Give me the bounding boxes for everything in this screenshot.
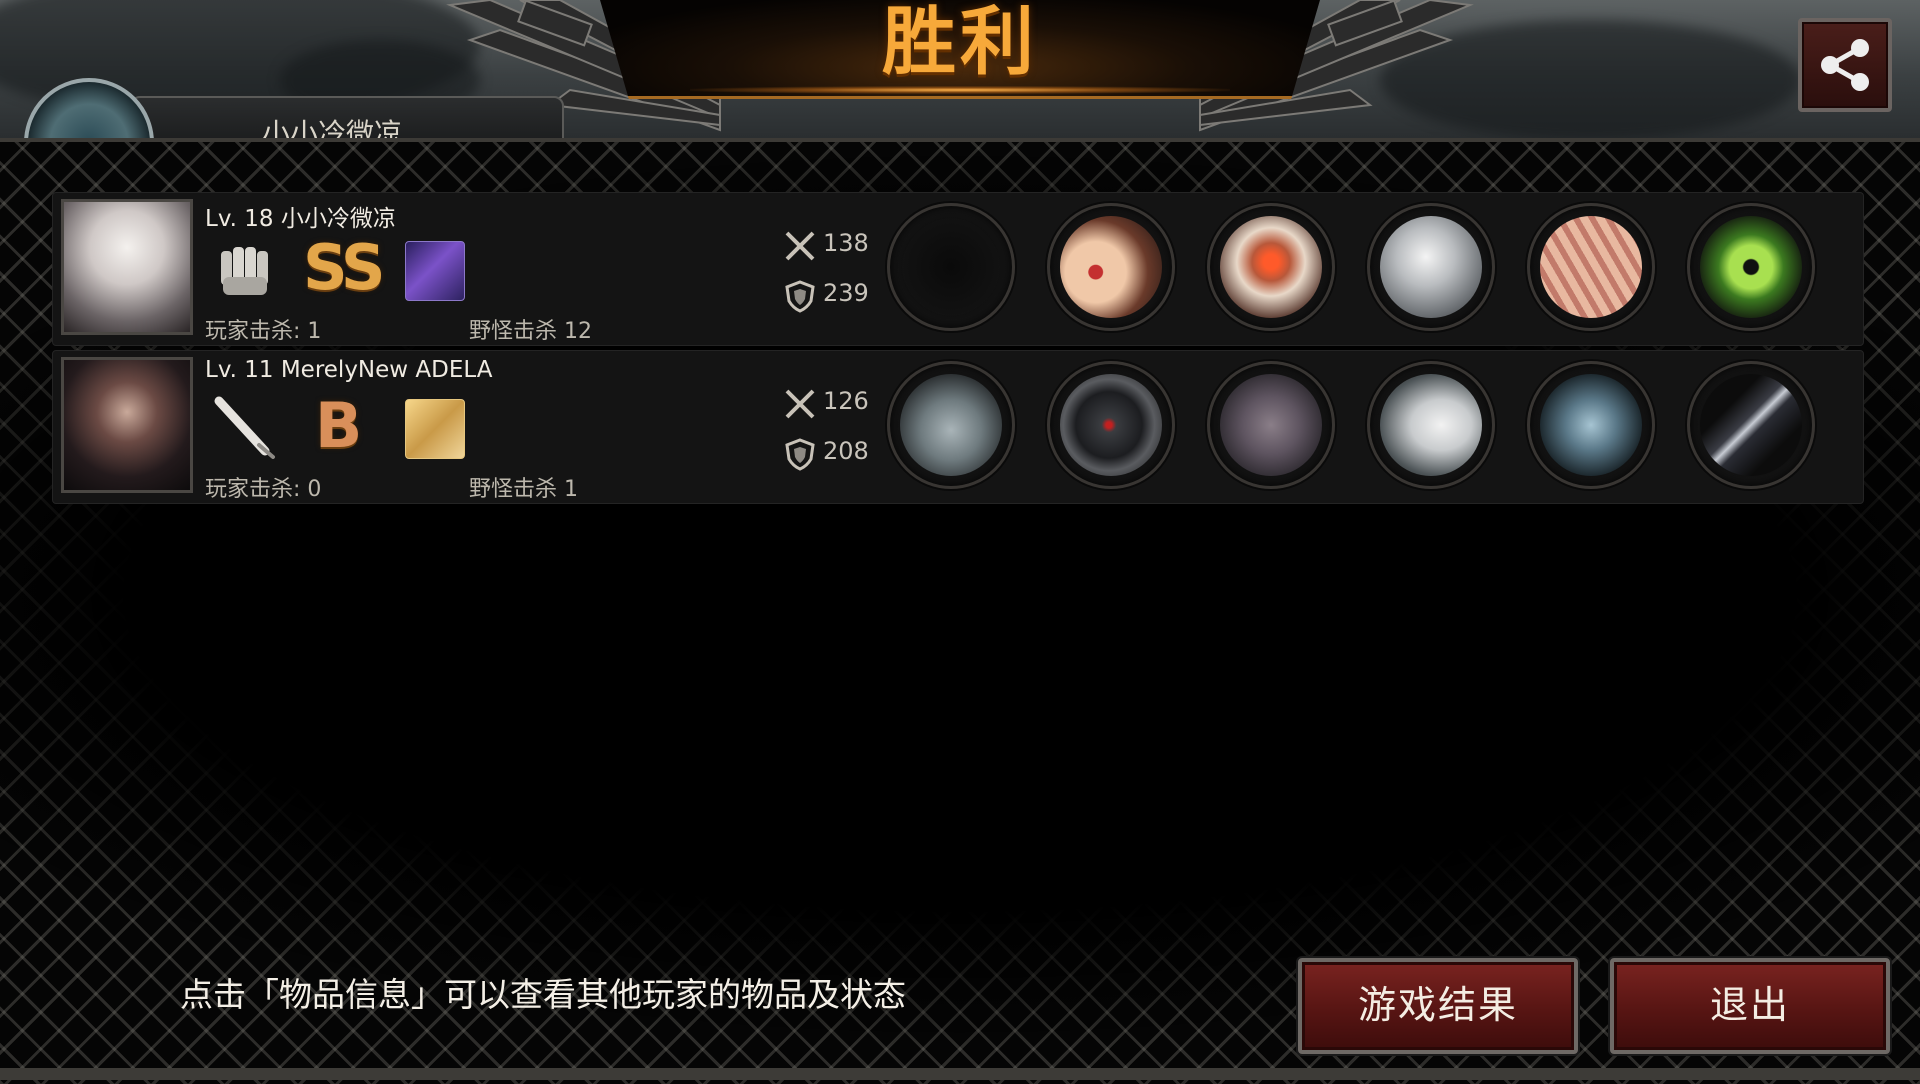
grade-badge: B [315,389,362,462]
share-icon [1821,39,1869,91]
item-slot[interactable] [1207,203,1335,331]
defense-value: 208 [823,437,869,465]
player-name-tab: 小小冷微凉 [130,96,564,138]
purple-skill-icon[interactable] [405,241,465,301]
game-result-button[interactable]: 游戏结果 [1298,958,1578,1054]
attack-value: 126 [823,387,869,415]
defense-value: 239 [823,279,869,307]
player-portrait[interactable] [61,357,193,493]
crossed-swords-icon [785,389,815,419]
item-slot[interactable] [887,361,1015,489]
player-kills: 玩家击杀: 1 [205,319,322,344]
share-button[interactable] [1798,18,1892,112]
silver-disc-item [1380,216,1482,318]
item-slot[interactable] [1367,203,1495,331]
hint-text: 点击「物品信息」可以查看其他玩家的物品及状态 [180,975,906,1014]
grade-badge: SS [303,231,386,304]
item-slot[interactable] [1527,203,1655,331]
item-slot[interactable] [1527,361,1655,489]
white-sleeve-item [1380,374,1482,476]
black-flag-item [1700,374,1802,476]
red-armor-item [1220,216,1322,318]
stone-armor-item [1220,374,1322,476]
fist-icon [221,247,268,295]
item-slot[interactable] [1687,361,1815,489]
winged-circlet-item [1060,216,1162,318]
gas-mask-helmet-item [1060,374,1162,476]
shield-icon [785,438,815,471]
monster-kills: 野怪击杀 12 [469,319,592,344]
item-slot[interactable] [1367,361,1495,489]
green-eye-amulet-item [1700,216,1802,318]
top-banner: 胜利 小小冷微凉 [0,0,1920,138]
item-slot[interactable] [1047,203,1175,331]
bandaged-gauntlet-item [1540,216,1642,318]
crossed-swords-icon [785,231,815,261]
steel-boots-item [1540,374,1642,476]
item-slot[interactable] [1207,361,1335,489]
player-row[interactable]: Lv. 11 MerelyNew ADELA B 玩家击杀: 0 野怪击杀 1 … [52,350,1864,504]
statue-weapon-item [900,374,1002,476]
player-level-name: Lv. 18 小小冷微凉 [205,206,396,232]
bottom-border [0,1068,1920,1080]
player-kills: 玩家击杀: 0 [205,477,322,502]
monster-kills: 野怪击杀 1 [469,477,578,502]
item-slot[interactable] [1047,361,1175,489]
baseball-bat-icon [214,396,275,459]
page-title: 胜利 [882,0,1038,85]
player-portrait[interactable] [61,199,193,335]
exit-button[interactable]: 退出 [1610,958,1890,1054]
shield-icon [785,280,815,313]
empty-slot[interactable] [887,203,1015,331]
player-name-partial: 小小冷微凉 [262,117,403,138]
player-row[interactable]: Lv. 18 小小冷微凉 SS 玩家击杀: 1 野怪击杀 12 138 239 [52,192,1864,346]
item-slot[interactable] [1687,203,1815,331]
attack-value: 138 [823,229,869,257]
gold-block-skill-icon[interactable] [405,399,465,459]
player-level-name: Lv. 11 MerelyNew ADELA [205,357,493,383]
